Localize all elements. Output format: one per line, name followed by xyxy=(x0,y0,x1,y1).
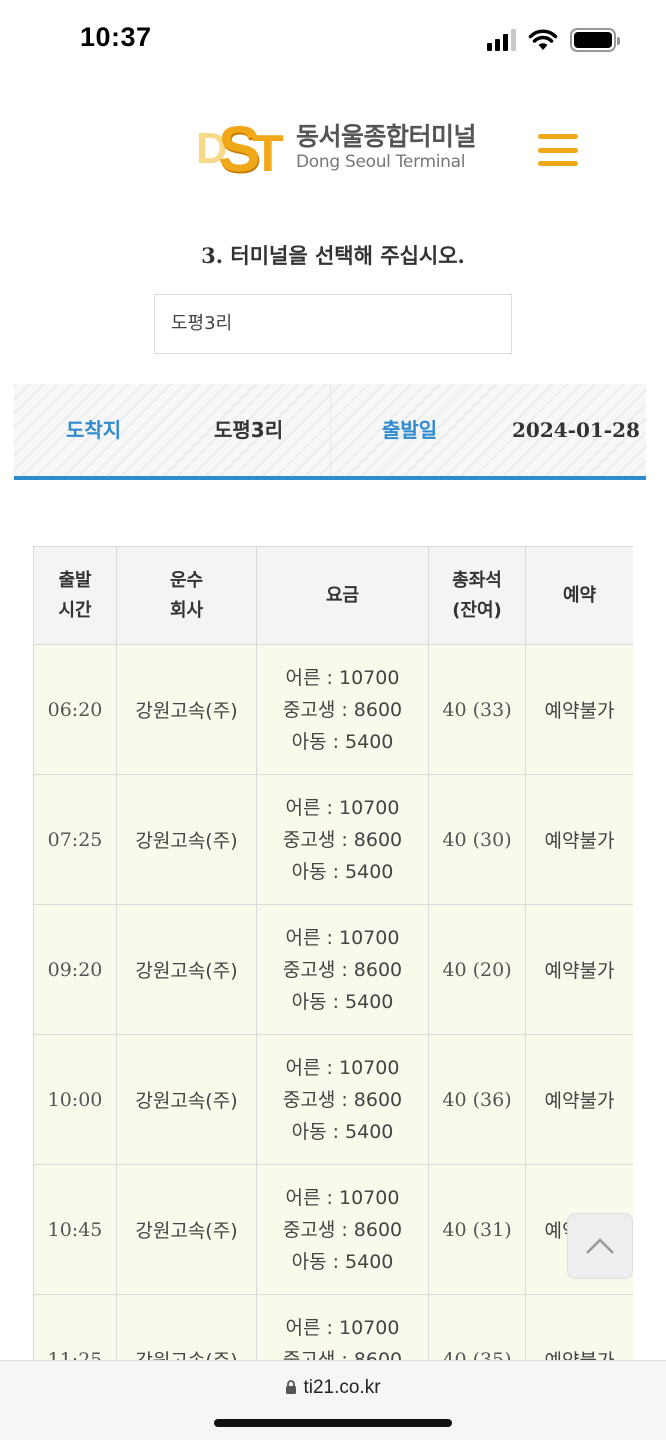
fare-student: 중고생 : 8600 xyxy=(282,828,403,851)
reserve-status[interactable]: 예약불가 xyxy=(525,904,633,1035)
fare-student: 중고생 : 8600 xyxy=(282,1218,403,1241)
fare-cell: 어른 : 10700 중고생 : 8600 아동 : 5400 xyxy=(256,774,429,905)
departure-time: 11:25 xyxy=(33,1294,117,1360)
destination-value: 도평3리 xyxy=(214,418,284,442)
status-icons xyxy=(487,26,620,54)
bus-company: 강원고속(주) xyxy=(116,904,257,1035)
terminal-input[interactable]: 도평3리 xyxy=(154,294,512,354)
departure-time: 06:20 xyxy=(33,644,117,775)
timetable: 출발 시간 운수 회사 요금 총좌석 (잔여) 예약 06:20 강원고속(주) 어른 :… xyxy=(33,546,633,1360)
bus-company: 강원고속(주) xyxy=(116,1294,257,1360)
fare-cell: 어른 : 10700 중고생 : 8600 아동 : 5400 xyxy=(256,1034,429,1165)
hamburger-menu-icon[interactable] xyxy=(538,134,578,166)
fare-student: 중고생 : 8600 xyxy=(282,958,403,981)
fare-adult: 어른 : 10700 xyxy=(285,796,400,819)
table-row: 10:45 강원고속(주) 어른 : 10700 중고생 : 8600 아동 : 540… xyxy=(33,1164,633,1295)
url-display[interactable]: ti21.co.kr xyxy=(0,1377,666,1399)
seats-remaining: 40 (33) xyxy=(428,644,526,775)
departure-time: 07:25 xyxy=(33,774,117,905)
table-row: 07:25 강원고속(주) 어른 : 10700 중고생 : 8600 아동 : 540… xyxy=(33,774,633,905)
battery-icon xyxy=(570,28,620,52)
logo-mark: D S T xyxy=(196,113,288,185)
scroll-to-top-button[interactable] xyxy=(567,1213,633,1279)
bus-company: 강원고속(주) xyxy=(116,1164,257,1295)
logo-text: 동서울종합터미널 Dong Seoul Terminal xyxy=(296,122,477,172)
fare-child: 아동 : 5400 xyxy=(291,1250,394,1273)
seats-remaining: 40 (20) xyxy=(428,904,526,1035)
url-text: ti21.co.kr xyxy=(303,1377,381,1398)
lock-icon xyxy=(286,1380,297,1394)
logo-letter-t: T xyxy=(252,125,284,183)
seats-remaining: 40 (31) xyxy=(428,1164,526,1295)
destination-label: 도착지 xyxy=(66,418,122,442)
table-row: 06:20 강원고속(주) 어른 : 10700 중고생 : 8600 아동 : 540… xyxy=(33,644,633,775)
cellular-signal-icon xyxy=(487,29,516,51)
status-time: 10:37 xyxy=(80,22,152,52)
home-indicator[interactable] xyxy=(214,1419,452,1427)
table-row: 09:20 강원고속(주) 어른 : 10700 중고생 : 8600 아동 : 540… xyxy=(33,904,633,1035)
table-header-row: 출발 시간 운수 회사 요금 총좌석 (잔여) 예약 xyxy=(33,546,633,645)
seats-remaining: 40 (35) xyxy=(428,1294,526,1360)
table-row: 10:00 강원고속(주) 어른 : 10700 중고생 : 8600 아동 : 540… xyxy=(33,1034,633,1165)
step-title: 3. 터미널을 선택해 주십시오. xyxy=(201,243,465,268)
departure-time: 10:00 xyxy=(33,1034,117,1165)
bus-company: 강원고속(주) xyxy=(116,644,257,775)
seats-remaining: 40 (30) xyxy=(428,774,526,905)
fare-cell: 어른 : 10700 중고생 : 8600 아동 : 5400 xyxy=(256,644,429,775)
fare-student: 중고생 : 8600 xyxy=(282,1088,403,1111)
header-company: 운수 회사 xyxy=(116,546,257,645)
fare-child: 아동 : 5400 xyxy=(291,860,394,883)
site-logo[interactable]: D S T 동서울종합터미널 Dong Seoul Terminal xyxy=(196,113,477,185)
table-row: 11:25강원고속(주)어른 : 10700중고생 : 8600아동 : 540… xyxy=(33,1294,633,1361)
fare-adult: 어른 : 10700 xyxy=(285,1056,400,1079)
fare-child: 아동 : 5400 xyxy=(291,1120,394,1143)
logo-korean-name: 동서울종합터미널 xyxy=(296,122,477,151)
departure-time: 09:20 xyxy=(33,904,117,1035)
fare-student: 중고생 : 8600 xyxy=(282,698,403,721)
fare-student: 중고생 : 8600 xyxy=(282,1348,403,1361)
reserve-status[interactable]: 예약불가 xyxy=(525,774,633,905)
chevron-up-icon xyxy=(586,1238,614,1254)
departure-date-value: 2024-01-28 xyxy=(512,418,640,442)
reserve-status[interactable]: 예약불가 xyxy=(525,1034,633,1165)
bus-company: 강원고속(주) xyxy=(116,774,257,905)
departure-date-label: 출발일 xyxy=(382,418,438,442)
status-bar: 10:37 xyxy=(0,0,666,80)
fare-child: 아동 : 5400 xyxy=(291,730,394,753)
reserve-status[interactable]: 예약불가 xyxy=(525,644,633,775)
browser-url-bar[interactable]: ti21.co.kr xyxy=(0,1360,666,1440)
fare-cell: 어른 : 10700 중고생 : 8600 아동 : 5400 xyxy=(256,904,429,1035)
fare-adult: 어른 : 10700 xyxy=(285,666,400,689)
departure-time: 10:45 xyxy=(33,1164,117,1295)
reserve-status[interactable]: 예약불가 xyxy=(525,1294,633,1360)
route-info-bar: 도착지 도평3리 출발일 2024-01-28 xyxy=(14,384,646,480)
info-divider xyxy=(330,384,331,476)
seats-remaining: 40 (36) xyxy=(428,1034,526,1165)
site-header: D S T 동서울종합터미널 Dong Seoul Terminal xyxy=(0,100,666,200)
fare-cell: 어른 : 10700중고생 : 8600아동 : 5400 xyxy=(256,1294,429,1361)
fare-child: 아동 : 5400 xyxy=(291,990,394,1013)
fare-cell: 어른 : 10700 중고생 : 8600 아동 : 5400 xyxy=(256,1164,429,1295)
fare-adult: 어른 : 10700 xyxy=(285,1186,400,1209)
wifi-icon xyxy=(528,29,558,50)
header-seats: 총좌석 (잔여) xyxy=(428,546,526,645)
fare-adult: 어른 : 10700 xyxy=(285,926,400,949)
bus-company: 강원고속(주) xyxy=(116,1034,257,1165)
fare-adult: 어른 : 10700 xyxy=(285,1316,400,1339)
header-fare: 요금 xyxy=(256,546,429,645)
header-reserve: 예약 xyxy=(525,546,633,645)
logo-english-name: Dong Seoul Terminal xyxy=(296,152,466,172)
header-departure-time: 출발 시간 xyxy=(33,546,117,645)
